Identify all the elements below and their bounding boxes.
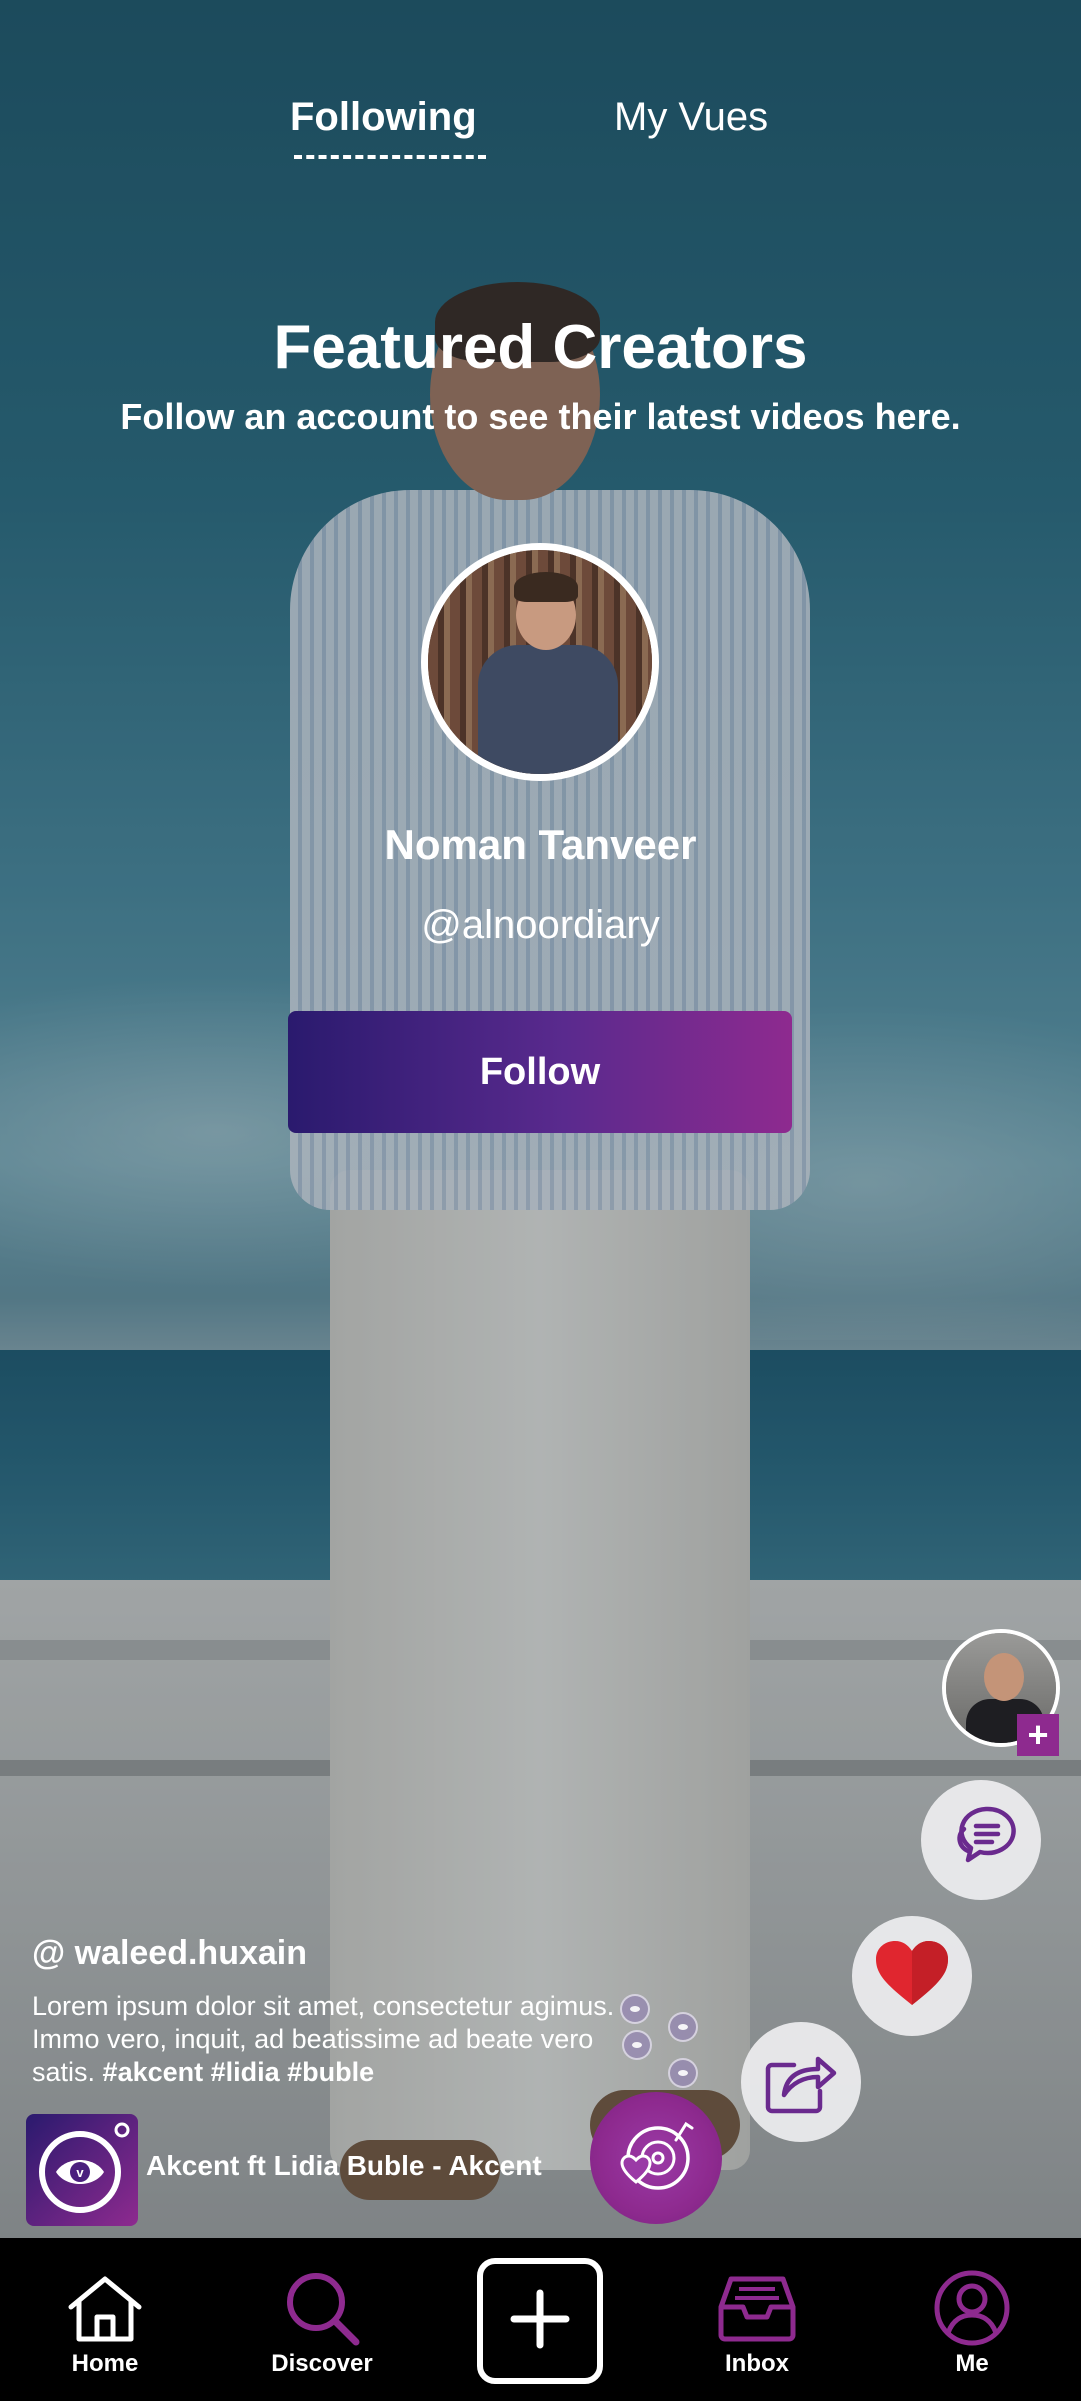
tab-my-vues[interactable]: My Vues	[614, 95, 768, 140]
nav-discover[interactable]: Discover	[257, 2238, 387, 2401]
share-button[interactable]	[741, 2022, 861, 2142]
inbox-icon	[717, 2268, 797, 2348]
nav-home-label: Home	[71, 2350, 139, 2377]
tab-my-vues-label: My Vues	[614, 95, 769, 139]
post-caption: Lorem ipsum dolor sit amet, consectetur …	[32, 1990, 622, 2089]
feed-tabs: Following My Vues	[0, 95, 1081, 165]
nav-create[interactable]	[475, 2238, 605, 2401]
avatar-hair	[514, 572, 578, 602]
plus-icon	[510, 2289, 570, 2354]
creator-avatar[interactable]	[421, 543, 659, 781]
music-cover[interactable]: v	[26, 2114, 138, 2226]
eye-icon	[620, 1994, 650, 2024]
nav-me[interactable]: Me	[907, 2238, 1037, 2401]
music-title[interactable]: Akcent ft Lidia Buble - Akcent	[146, 2150, 542, 2182]
nav-inbox[interactable]: Inbox	[692, 2238, 822, 2401]
home-icon	[65, 2268, 145, 2348]
creator-name[interactable]: Noman Tanveer	[0, 821, 1081, 869]
eye-icon	[668, 2058, 698, 2088]
comment-icon	[942, 1799, 1020, 1882]
like-button[interactable]	[852, 1916, 972, 2036]
eye-icon	[668, 2012, 698, 2042]
music-disc-icon	[616, 2116, 696, 2201]
eye-icon	[622, 2030, 652, 2060]
search-icon	[284, 2268, 360, 2348]
follow-button-label: Follow	[479, 1050, 601, 1093]
nav-discover-label: Discover	[271, 2350, 373, 2377]
svg-text:v: v	[76, 2165, 84, 2180]
featured-subtitle: Follow an account to see their latest vi…	[120, 396, 961, 437]
music-disc-button[interactable]	[590, 2092, 722, 2224]
post-username[interactable]: @ waleed.huxain	[32, 1934, 307, 1973]
tab-following-label: Following	[290, 95, 477, 139]
share-icon	[764, 2045, 838, 2120]
follow-author-plus-button[interactable]: +	[1017, 1714, 1059, 1756]
views-indicator	[620, 1994, 700, 2094]
vue-logo-icon: v	[34, 2120, 130, 2221]
bottom-nav: Home Discover Inbox Me	[0, 2238, 1081, 2401]
avatar-body	[478, 645, 618, 774]
create-button[interactable]	[477, 2258, 603, 2384]
tab-following[interactable]: Following	[290, 95, 486, 159]
nav-home[interactable]: Home	[40, 2238, 170, 2401]
active-tab-underline	[294, 155, 486, 159]
follow-button[interactable]: Follow	[288, 1011, 792, 1133]
author-avatar-face	[984, 1653, 1024, 1701]
user-icon	[933, 2268, 1011, 2348]
comment-button[interactable]	[921, 1780, 1041, 1900]
nav-inbox-label: Inbox	[725, 2350, 789, 2377]
post-hashtags[interactable]: #akcent #lidia #buble	[103, 2057, 375, 2087]
featured-title: Featured Creators	[273, 313, 808, 382]
heart-icon	[874, 1939, 950, 2014]
creator-handle[interactable]: @alnoordiary	[0, 903, 1081, 948]
nav-me-label: Me	[955, 2350, 989, 2377]
